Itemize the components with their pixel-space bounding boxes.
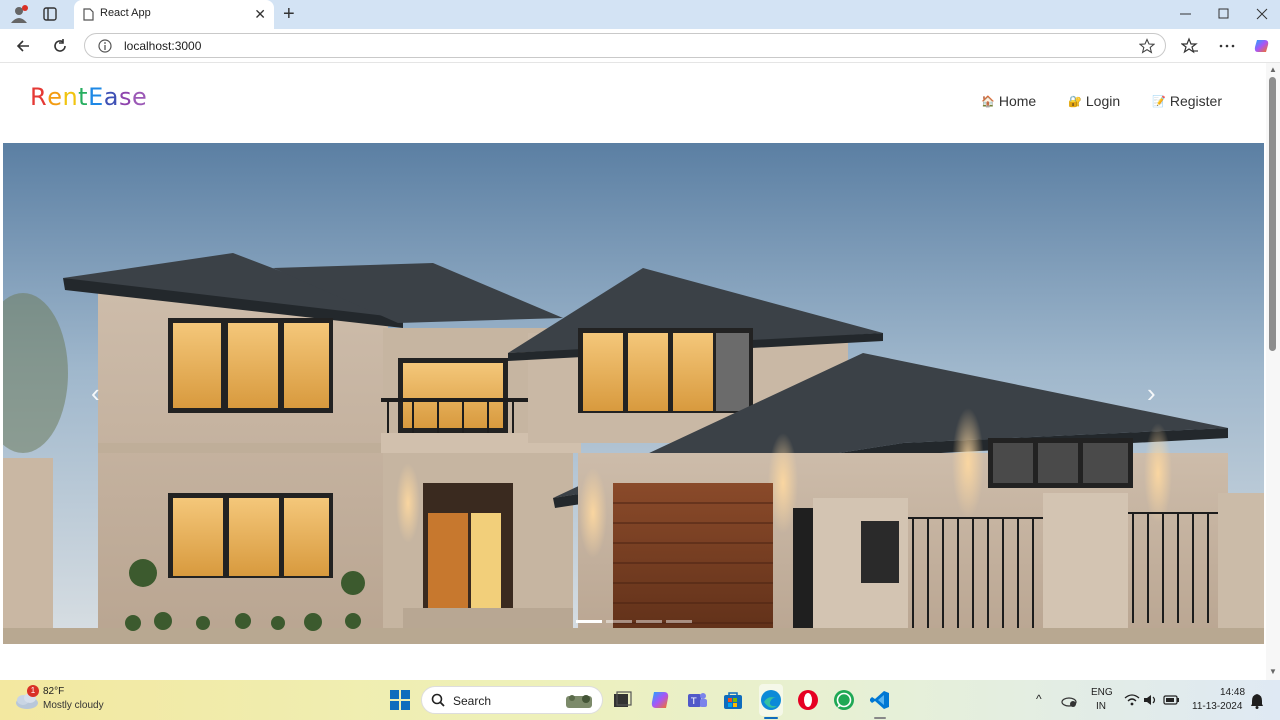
carousel-next-button[interactable]: › bbox=[1147, 378, 1156, 409]
favorite-star-icon[interactable] bbox=[1139, 38, 1155, 54]
hero-carousel: ‹ › bbox=[3, 143, 1264, 644]
show-hidden-icons-chevron-icon[interactable]: ^ bbox=[1036, 692, 1042, 706]
weather-notification-badge: 1 bbox=[27, 685, 39, 697]
new-tab-button[interactable]: + bbox=[283, 3, 295, 26]
nav-login-label: Login bbox=[1085, 93, 1121, 109]
wifi-icon[interactable] bbox=[1124, 693, 1140, 707]
favorites-icon[interactable] bbox=[1181, 37, 1199, 55]
web-page: RentEase 🏠 Home 🔐 Login 📝 Register ‹ › bbox=[0, 63, 1266, 680]
taskbar: 1 82°F Mostly cloudy Search T ^ ENG IN 1… bbox=[0, 680, 1280, 720]
close-window-icon[interactable] bbox=[1254, 6, 1270, 22]
weather-temperature[interactable]: 82°F bbox=[43, 686, 64, 697]
minimize-icon[interactable] bbox=[1178, 6, 1194, 22]
brand-letter: e bbox=[132, 83, 148, 111]
brand-letter: e bbox=[47, 83, 63, 111]
battery-icon[interactable] bbox=[1163, 694, 1181, 706]
taskbar-search[interactable]: Search bbox=[421, 686, 603, 714]
microsoft-store-icon[interactable] bbox=[722, 689, 744, 711]
search-highlight-icon bbox=[566, 695, 592, 708]
lock-icon: 🔐 bbox=[1068, 95, 1082, 108]
carousel-indicator[interactable] bbox=[636, 620, 662, 623]
address-bar[interactable]: localhost:3000 bbox=[84, 33, 1166, 58]
scroll-up-icon[interactable]: ▲ bbox=[1269, 65, 1277, 74]
vscode-icon[interactable] bbox=[869, 689, 891, 711]
home-icon: 🏠 bbox=[981, 95, 995, 108]
edge-running-indicator bbox=[764, 717, 778, 719]
brand-letter: s bbox=[118, 83, 132, 111]
volume-icon[interactable] bbox=[1143, 693, 1159, 707]
edge-browser-icon[interactable] bbox=[760, 689, 782, 711]
svg-text:T: T bbox=[690, 697, 697, 707]
scrollbar-thumb[interactable] bbox=[1269, 77, 1276, 351]
notification-bell-icon[interactable] bbox=[1250, 693, 1264, 709]
task-view-icon[interactable] bbox=[611, 689, 633, 711]
copilot-icon[interactable] bbox=[1253, 37, 1271, 55]
weather-condition[interactable]: Mostly cloudy bbox=[43, 700, 104, 711]
onedrive-sync-icon[interactable] bbox=[1061, 692, 1077, 708]
search-icon bbox=[431, 693, 445, 707]
nav-register[interactable]: 📝 Register bbox=[1152, 93, 1222, 109]
input-region[interactable]: IN bbox=[1096, 701, 1106, 712]
input-language[interactable]: ENG bbox=[1091, 687, 1113, 698]
nav-login[interactable]: 🔐 Login bbox=[1068, 93, 1120, 109]
carousel-indicator[interactable] bbox=[606, 620, 632, 623]
teams-icon[interactable]: T bbox=[686, 689, 708, 711]
back-icon[interactable] bbox=[14, 37, 32, 55]
nav-register-label: Register bbox=[1169, 93, 1222, 109]
page-favicon-icon bbox=[83, 8, 94, 21]
brand-letter: E bbox=[88, 83, 104, 111]
brand-letter: t bbox=[78, 83, 89, 111]
more-options-icon[interactable] bbox=[1218, 37, 1236, 55]
house-photo bbox=[3, 143, 1264, 644]
opera-icon[interactable] bbox=[797, 689, 819, 711]
carousel-indicator[interactable] bbox=[666, 620, 692, 623]
brand-logo[interactable]: RentEase bbox=[30, 83, 147, 111]
brand-letter: n bbox=[62, 83, 79, 111]
refresh-icon[interactable] bbox=[51, 37, 69, 55]
site-info-icon[interactable] bbox=[98, 39, 112, 53]
windows-start-icon[interactable] bbox=[389, 689, 411, 711]
maximize-icon[interactable] bbox=[1216, 6, 1232, 22]
tab-close-icon[interactable]: ✕ bbox=[254, 6, 266, 23]
url-text: localhost:3000 bbox=[124, 39, 202, 53]
search-label: Search bbox=[453, 694, 492, 708]
browser-tab-bar: React App ✕ + bbox=[0, 0, 1280, 29]
memo-icon: 📝 bbox=[1152, 95, 1166, 108]
carousel-prev-button[interactable]: ‹ bbox=[91, 378, 100, 409]
tab-actions-icon[interactable] bbox=[43, 7, 57, 21]
brand-letter: a bbox=[103, 83, 119, 111]
whatsapp-icon[interactable] bbox=[833, 689, 855, 711]
page-scrollbar[interactable]: ▲ ▼ bbox=[1266, 63, 1280, 680]
nav-home[interactable]: 🏠 Home bbox=[981, 93, 1036, 109]
scroll-down-icon[interactable]: ▼ bbox=[1269, 667, 1277, 676]
nav-home-label: Home bbox=[998, 93, 1037, 109]
profile-icon[interactable] bbox=[10, 5, 28, 23]
clock-time[interactable]: 14:48 bbox=[1220, 687, 1245, 698]
tab-react-app[interactable]: React App ✕ bbox=[74, 0, 274, 29]
clock-date[interactable]: 11-13-2024 bbox=[1192, 701, 1242, 712]
copilot-taskbar-icon[interactable] bbox=[649, 689, 671, 711]
brand-letter: R bbox=[30, 83, 48, 111]
tab-title: React App bbox=[100, 7, 151, 19]
carousel-indicator[interactable] bbox=[576, 620, 602, 623]
vscode-running-indicator bbox=[874, 717, 886, 719]
carousel-indicators bbox=[576, 620, 692, 623]
main-nav: 🏠 Home 🔐 Login 📝 Register bbox=[981, 93, 1222, 109]
browser-toolbar: localhost:3000 bbox=[0, 29, 1280, 63]
